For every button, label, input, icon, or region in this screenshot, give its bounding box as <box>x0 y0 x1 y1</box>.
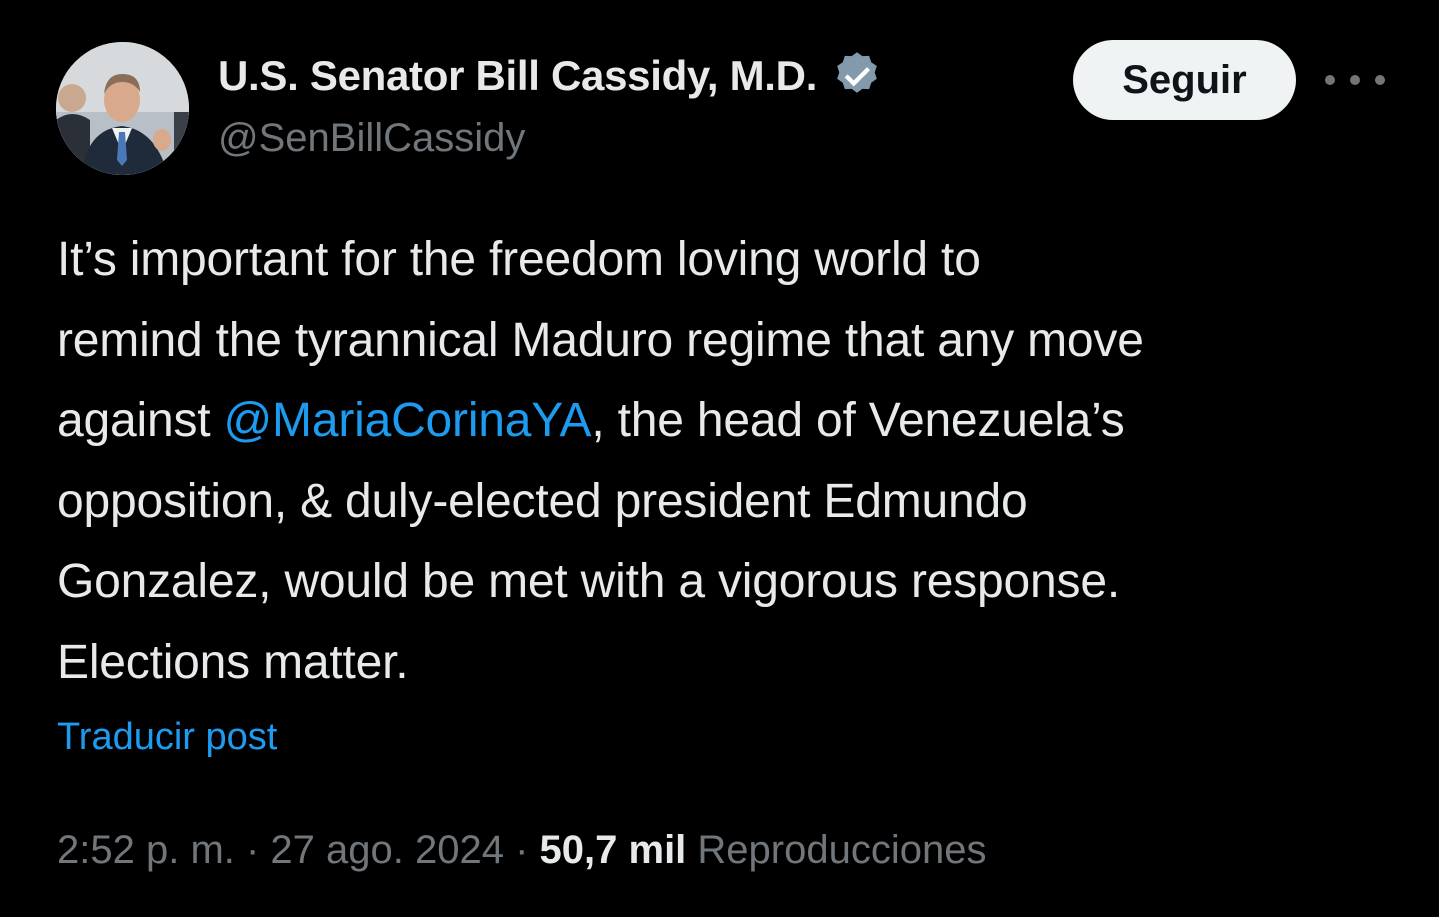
translate-post-link[interactable]: Traducir post <box>57 716 277 759</box>
tweet-line: remind the tyrannical Maduro regime that… <box>57 313 1144 367</box>
more-dot <box>1325 75 1335 85</box>
tweet-date[interactable]: 27 ago. 2024 <box>270 828 504 872</box>
avatar-photo <box>56 42 189 175</box>
mention-link[interactable]: @MariaCorinaYA <box>224 394 592 447</box>
tweet-line: opposition, & duly-elected president Edm… <box>57 474 1028 528</box>
meta-separator: · <box>503 828 540 872</box>
tweet-line: Gonzalez, would be met with a vigorous r… <box>57 555 1120 609</box>
meta-separator: · <box>234 828 271 872</box>
tweet-meta: 2:52 p. m. · 27 ago. 2024 · 50,7 mil Rep… <box>57 828 986 873</box>
views-label: Reproducciones <box>697 828 987 872</box>
more-dot <box>1350 75 1360 85</box>
author-display-name[interactable]: U.S. Senator Bill Cassidy, M.D. <box>218 52 817 100</box>
views-count[interactable]: 50,7 mil <box>540 828 687 872</box>
tweet-line: against @MariaCorinaYA, the head of Vene… <box>57 381 1397 462</box>
tweet-line: Elections matter. <box>57 635 409 689</box>
author-handle[interactable]: @SenBillCassidy <box>218 116 525 161</box>
avatar[interactable] <box>56 42 189 175</box>
tweet-text: It’s important for the freedom loving wo… <box>57 220 1397 704</box>
tweet-line: It’s important for the freedom loving wo… <box>57 233 981 286</box>
follow-button[interactable]: Seguir <box>1073 40 1296 120</box>
tweet-time[interactable]: 2:52 p. m. <box>57 828 235 872</box>
tweet-text-segment: , the head of Venezuela’s <box>591 394 1125 448</box>
more-dot <box>1375 75 1385 85</box>
more-options-icon[interactable] <box>1325 60 1385 100</box>
verified-badge-icon[interactable] <box>829 48 885 104</box>
author-name-row: U.S. Senator Bill Cassidy, M.D. <box>218 48 885 104</box>
tweet-text-segment: against <box>57 394 224 448</box>
